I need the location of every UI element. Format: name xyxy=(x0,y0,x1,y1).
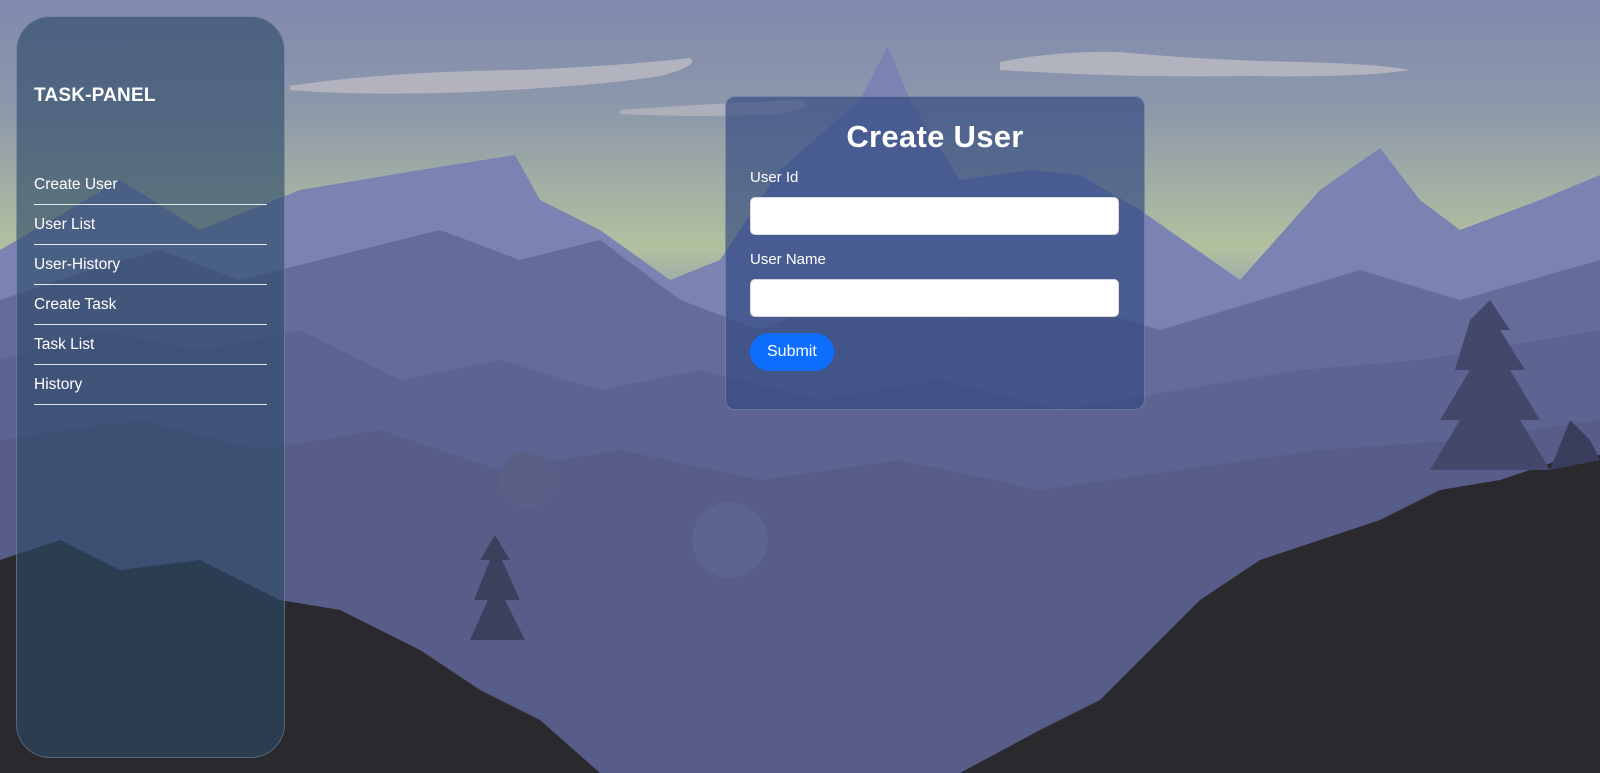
user-id-label: User Id xyxy=(750,169,799,186)
sidebar-item-create-user[interactable]: Create User xyxy=(34,165,267,205)
form-title: Create User xyxy=(846,119,1024,154)
user-name-label: User Name xyxy=(750,251,826,268)
sidebar-item-user-history[interactable]: User-History xyxy=(34,245,267,285)
submit-button[interactable]: Submit xyxy=(750,333,834,371)
user-id-input[interactable] xyxy=(750,197,1119,235)
sidebar-item-create-task[interactable]: Create Task xyxy=(34,285,267,325)
sidebar: TASK-PANEL Create User User List User-Hi… xyxy=(16,16,285,758)
sidebar-nav: Create User User List User-History Creat… xyxy=(34,165,267,405)
sidebar-title: TASK-PANEL xyxy=(34,85,156,106)
sidebar-item-user-list[interactable]: User List xyxy=(34,205,267,245)
user-name-input[interactable] xyxy=(750,279,1119,317)
sidebar-item-history[interactable]: History xyxy=(34,365,267,405)
sidebar-item-task-list[interactable]: Task List xyxy=(34,325,267,365)
create-user-form: Create User User Id User Name Submit xyxy=(725,96,1145,410)
